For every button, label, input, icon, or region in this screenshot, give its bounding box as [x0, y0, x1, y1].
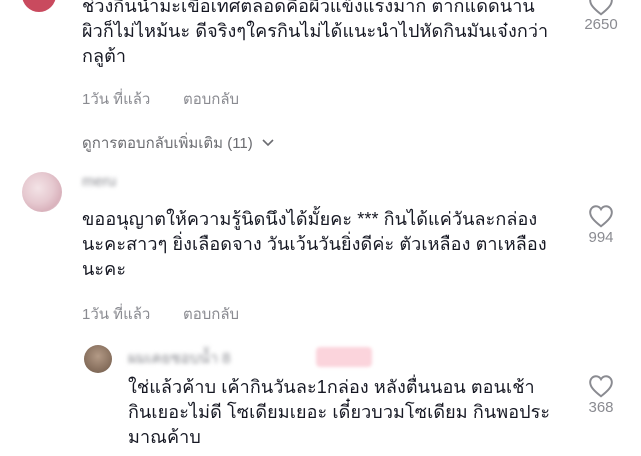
- comment-line: ช่วงกินน้ำมะเขือเทศตลอดคือผิวแข็งแรงมาก …: [82, 0, 535, 16]
- comment-text: ใช่แล้วค้าบ เค้ากินวันละ1กล่อง หลังตื่นน…: [128, 375, 588, 450]
- chevron-down-icon: [262, 139, 274, 147]
- comment-text: ช่วงกินน้ำมะเขือเทศตลอดคือผิวแข็งแรงมาก …: [82, 0, 582, 69]
- comment-text: ขออนุญาตให้ความรู้นิดนึงได้มั้ยคะ *** กิ…: [82, 207, 582, 282]
- comment-line: นะคะสาวๆ ยิ่งเลือดจาง วันเว้นวันยิ่งดีค่…: [82, 234, 547, 254]
- comment-time: 1วัน ที่แล้ว: [82, 91, 151, 108]
- comment-line: กินเยอะไม่ดี โซเดียมเยอะ เดี๋ยวบวมโซเดีย…: [128, 402, 551, 422]
- username[interactable]: ผมเคยชอบน้ำ 8: [128, 346, 231, 370]
- comment-line: ขออนุญาตให้ความรู้นิดนึงได้มั้ยคะ *** กิ…: [82, 209, 538, 229]
- view-more-replies-button[interactable]: ดูการตอบกลับเพิ่มเติม (11): [82, 131, 275, 155]
- avatar[interactable]: [22, 172, 62, 212]
- username[interactable]: meru: [82, 173, 116, 190]
- heart-icon[interactable]: [588, 374, 614, 398]
- heart-icon[interactable]: [588, 0, 614, 16]
- like-count: 2650: [584, 16, 618, 33]
- comment-line: ผิวก็ไม่ไหม้นะ ดีจริงๆใครกินไม่ได้แนะนำไ…: [82, 21, 549, 41]
- comment-time: 1วัน ที่แล้ว: [82, 306, 151, 323]
- reply-button[interactable]: ตอบกลับ: [183, 302, 239, 326]
- comment-line: กลูต้า: [82, 46, 127, 66]
- view-more-replies-label: ดูการตอบกลับเพิ่มเติม (11): [82, 135, 253, 152]
- like-count: 368: [588, 399, 614, 416]
- reply-button[interactable]: ตอบกลับ: [183, 87, 239, 111]
- avatar[interactable]: [84, 345, 112, 373]
- heart-icon[interactable]: [588, 204, 614, 228]
- comment-line: มาณค้าบ: [128, 427, 201, 447]
- comment-line: ใช่แล้วค้าบ เค้ากินวันละ1กล่อง หลังตื่นน…: [128, 377, 535, 397]
- author-badge: [316, 347, 372, 367]
- like-count: 994: [588, 229, 614, 246]
- avatar[interactable]: [22, 0, 56, 12]
- comment-line: นะคะ: [82, 259, 127, 279]
